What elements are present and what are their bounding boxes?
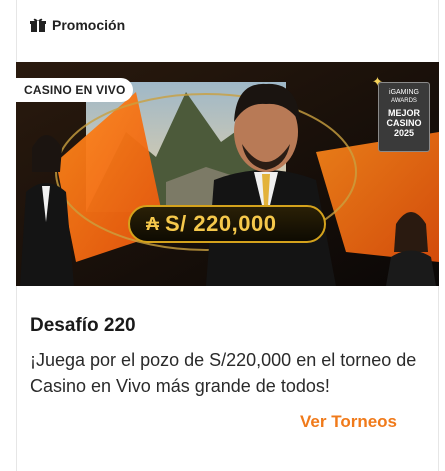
promo-description: ¡Juega por el pozo de S/220,000 en el to… xyxy=(30,350,417,396)
promo-title: Desafío 220 xyxy=(30,315,136,336)
award-badge: ✦ iGAMING AWARDS MEJOR CASINO 2025 xyxy=(372,74,430,152)
promo-category-label: Promoción xyxy=(52,17,126,33)
prize-symbol-icon: ₳ xyxy=(146,213,159,234)
promo-header: Promoción xyxy=(30,14,125,36)
gift-icon xyxy=(30,18,46,32)
view-tournaments-link[interactable]: Ver Torneos xyxy=(300,412,397,432)
award-line2: AWARDS xyxy=(391,98,417,104)
award-line1: iGAMING xyxy=(389,89,419,96)
award-line5: 2025 xyxy=(393,128,415,138)
star-icon: ✦ xyxy=(372,74,383,89)
prize-amount: S/ 220,000 xyxy=(165,211,277,236)
prize-pill: ₳ S/ 220,000 xyxy=(128,205,326,243)
live-casino-tag: CASINO EN VIVO xyxy=(16,78,134,102)
award-line3: MEJOR xyxy=(387,108,420,118)
award-line4: CASINO xyxy=(386,118,422,128)
